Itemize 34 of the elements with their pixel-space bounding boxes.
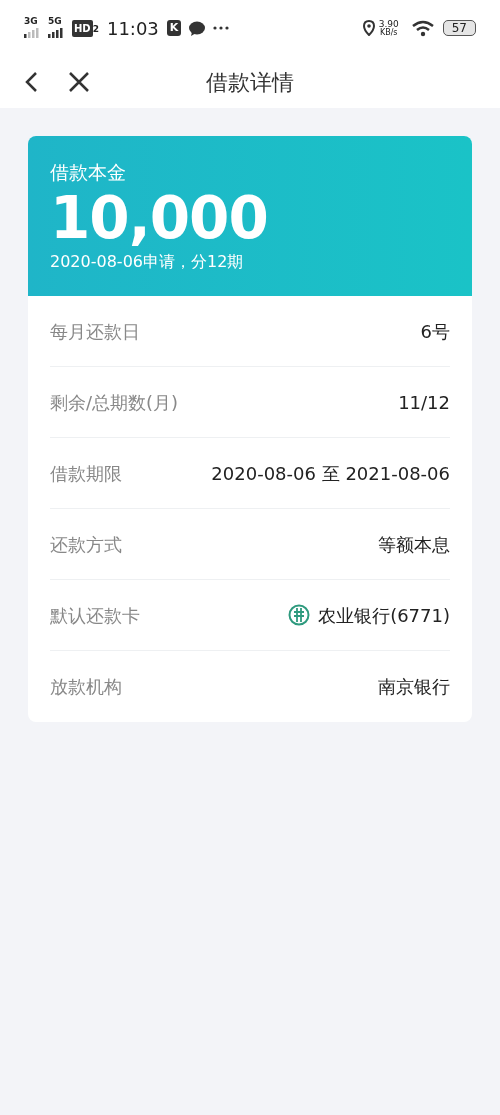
- application-note: 2020-08-06申请，分12期: [50, 251, 245, 274]
- bank-logo-icon: [288, 604, 311, 627]
- signal-icon: [24, 25, 40, 40]
- field-value: 等额本息: [378, 532, 450, 557]
- battery-level: 57: [442, 19, 476, 37]
- field-value: 11/12: [398, 390, 450, 415]
- field-value: 南京银行: [378, 675, 450, 700]
- field-value: 农业银行(6771): [318, 603, 450, 628]
- amount-label: 借款本金: [50, 160, 127, 185]
- chat-bubble-icon: [189, 20, 206, 36]
- field-label: 还款方式: [50, 532, 122, 557]
- close-icon[interactable]: [68, 71, 90, 93]
- network-label: 3G: [24, 16, 39, 26]
- page-title: 借款详情: [206, 68, 294, 97]
- speed-unit: KB/s: [379, 28, 398, 37]
- more-icon: [213, 26, 230, 30]
- hd-label: HD: [72, 19, 93, 37]
- wifi-icon: [410, 19, 435, 37]
- field-value: 2020-08-06 至 2021-08-06: [211, 461, 450, 486]
- clock-time: 11:03: [106, 16, 159, 41]
- field-value: 6号: [420, 319, 450, 344]
- app-badge: K: [166, 19, 182, 37]
- network-speed: 3.90: [378, 19, 399, 29]
- field-label: 剩余/总期数(月): [50, 390, 179, 415]
- field-label: 借款期限: [50, 461, 122, 486]
- field-label: 每月还款日: [50, 319, 140, 344]
- hd-subscript: 2: [92, 23, 99, 36]
- loan-amount: 10,000: [50, 186, 269, 251]
- back-icon[interactable]: [24, 71, 38, 93]
- location-icon: [362, 20, 375, 36]
- network-label: 5G: [48, 16, 63, 26]
- field-label: 放款机构: [50, 675, 122, 700]
- field-label: 默认还款卡: [50, 603, 140, 628]
- signal-icon: [48, 25, 64, 40]
